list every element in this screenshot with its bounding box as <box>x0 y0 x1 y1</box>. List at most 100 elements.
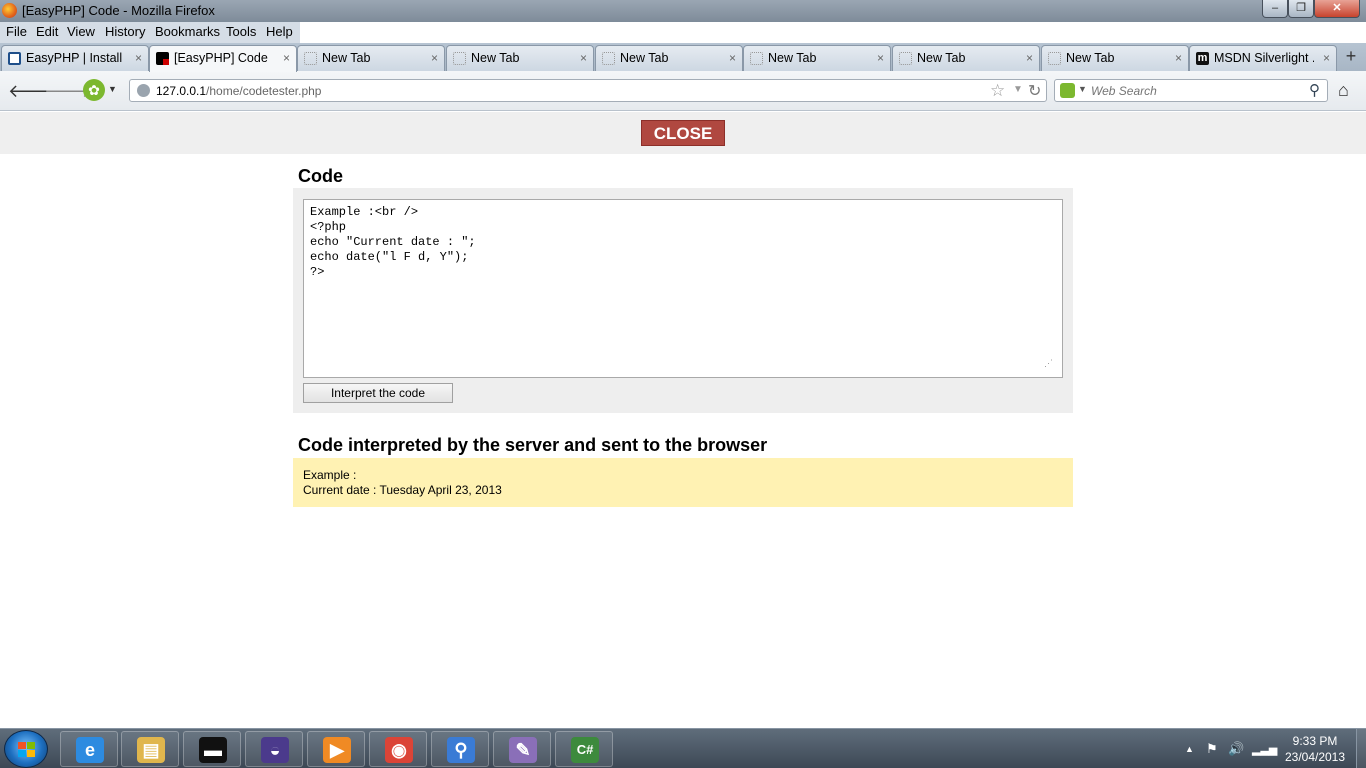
tab-new-tab[interactable]: New Tab × <box>892 45 1040 71</box>
tab-close-icon[interactable]: × <box>729 51 736 65</box>
blank-page-icon <box>899 52 912 65</box>
maximize-button[interactable]: ❐ <box>1288 0 1314 18</box>
tab-new-tab[interactable]: New Tab × <box>297 45 445 71</box>
tab-new-tab[interactable]: New Tab × <box>1041 45 1189 71</box>
output-panel: Example : Current date : Tuesday April 2… <box>293 458 1073 507</box>
code-textarea[interactable] <box>303 199 1063 378</box>
menu-help[interactable]: Help <box>266 24 293 39</box>
tab-close-icon[interactable]: × <box>431 51 438 65</box>
bookmark-star-icon[interactable]: ☆ <box>990 81 1005 101</box>
msdn-icon: m <box>1196 52 1209 65</box>
menu-bookmarks[interactable]: Bookmarks <box>155 24 220 39</box>
windows-logo-icon <box>18 742 36 758</box>
tab-label: New Tab <box>322 51 371 65</box>
tab-close-icon[interactable]: × <box>283 51 290 65</box>
menu-tools[interactable]: Tools <box>226 24 256 39</box>
csharp-icon: C# <box>571 737 599 763</box>
addon-flower-icon[interactable]: ✿ <box>83 79 105 101</box>
terminal-icon: ▬ <box>199 737 227 763</box>
clock-time[interactable]: 9:33 PM <box>1280 734 1350 748</box>
tab-label: New Tab <box>917 51 966 65</box>
tab-close-icon[interactable]: × <box>1175 51 1182 65</box>
blank-page-icon <box>453 52 466 65</box>
search-icon[interactable]: ⚲ <box>1309 81 1320 99</box>
tab-close-icon[interactable]: × <box>1323 51 1330 65</box>
internet-explorer-icon: e <box>76 737 104 763</box>
address-bar[interactable]: 127.0.0.1/home/codetester.php ☆ ▼ ↻ <box>129 79 1047 102</box>
tab-close-icon[interactable]: × <box>877 51 884 65</box>
menu-edit[interactable]: Edit <box>36 24 58 39</box>
taskbar-app-button[interactable]: ▬ <box>183 731 241 767</box>
search-engine-dropdown-icon[interactable]: ▼ <box>1078 84 1087 94</box>
menu-history[interactable]: History <box>105 24 145 39</box>
home-icon[interactable]: ⌂ <box>1338 80 1349 101</box>
window-title: [EasyPHP] Code - Mozilla Firefox <box>22 3 215 18</box>
minimize-button[interactable]: ‒ <box>1262 0 1288 18</box>
globe-icon <box>137 84 150 97</box>
eclipse-icon: ◒ <box>261 737 289 763</box>
output-line: Current date : Tuesday April 23, 2013 <box>303 483 502 497</box>
taskbar-app-button[interactable]: ▶ <box>307 731 365 767</box>
tab-label: New Tab <box>768 51 817 65</box>
taskbar-app-button[interactable]: ⚲ <box>431 731 489 767</box>
close-window-button[interactable]: ✕ <box>1314 0 1360 18</box>
resize-grip-icon[interactable]: ⋰ <box>1044 358 1056 370</box>
code-favicon-icon <box>156 52 169 65</box>
tab-close-icon[interactable]: × <box>580 51 587 65</box>
media-player-icon: ▶ <box>323 737 351 763</box>
taskbar-app-button[interactable]: e <box>60 731 118 767</box>
taskbar-app-button[interactable]: ◉ <box>369 731 427 767</box>
start-button[interactable] <box>4 730 48 768</box>
tab-label: MSDN Silverlight ... <box>1214 51 1314 65</box>
close-bar: CLOSE <box>0 112 1366 154</box>
output-heading: Code interpreted by the server and sent … <box>298 435 768 455</box>
tab-label: New Tab <box>620 51 669 65</box>
history-dropdown-icon[interactable]: ▼ <box>1013 84 1023 95</box>
taskbar-app-button[interactable]: ▤ <box>121 731 179 767</box>
navigation-toolbar: 🡐 🡒 ✿ ▼ 127.0.0.1/home/codetester.php ☆ … <box>0 71 1366 111</box>
clock-date[interactable]: 23/04/2013 <box>1280 750 1350 764</box>
taskbar-app-button[interactable]: ✎ <box>493 731 551 767</box>
taskbar-app-button[interactable]: ◒ <box>245 731 303 767</box>
firefox-logo-icon <box>2 3 17 18</box>
url-path: /home/codetester.php <box>206 84 322 98</box>
title-bar[interactable]: [EasyPHP] Code - Mozilla Firefox ‒ ❐ ✕ <box>0 0 1366 22</box>
new-tab-button[interactable]: + <box>1338 46 1364 68</box>
url-text[interactable]: 127.0.0.1/home/codetester.php <box>156 84 321 98</box>
network-signal-icon[interactable]: ▂▃▅ <box>1252 743 1277 756</box>
chrome-icon: ◉ <box>385 737 413 763</box>
tab-easyphp-install[interactable]: EasyPHP | Install a... × <box>1 45 149 71</box>
addon-dropdown-icon[interactable]: ▼ <box>108 84 117 94</box>
reload-icon[interactable]: ↻ <box>1028 81 1041 101</box>
tab-new-tab[interactable]: New Tab × <box>743 45 891 71</box>
tab-label: EasyPHP | Install a... <box>26 51 126 65</box>
output-line: Example : <box>303 468 357 482</box>
search-input[interactable] <box>1091 83 1291 99</box>
paint-icon: ✎ <box>509 737 537 763</box>
taskbar-app-button[interactable]: C# <box>555 731 613 767</box>
tab-new-tab[interactable]: New Tab × <box>595 45 743 71</box>
browser-window: [EasyPHP] Code - Mozilla Firefox ‒ ❐ ✕ F… <box>0 0 1366 728</box>
close-button[interactable]: CLOSE <box>641 120 725 146</box>
search-engine-icon[interactable] <box>1060 83 1075 98</box>
menu-view[interactable]: View <box>67 24 95 39</box>
show-hidden-icons-icon[interactable]: ▲ <box>1185 744 1194 754</box>
menu-file[interactable]: File <box>6 24 27 39</box>
tab-label: [EasyPHP] Code <box>174 51 268 65</box>
show-desktop-button[interactable] <box>1356 729 1366 768</box>
blank-page-icon <box>602 52 615 65</box>
tab-label: New Tab <box>1066 51 1115 65</box>
tab-close-icon[interactable]: × <box>135 51 142 65</box>
tab-easyphp-code[interactable]: [EasyPHP] Code × <box>149 45 297 72</box>
tab-msdn-silverlight[interactable]: m MSDN Silverlight ... × <box>1189 45 1337 71</box>
url-host: 127.0.0.1 <box>156 84 207 98</box>
easyphp-icon <box>8 52 21 65</box>
action-center-flag-icon[interactable]: ⚑ <box>1206 741 1218 757</box>
tab-new-tab[interactable]: New Tab × <box>446 45 594 71</box>
volume-icon[interactable]: 🔊 <box>1228 741 1244 757</box>
code-panel: ⋰ Interpret the code <box>293 188 1073 413</box>
tab-close-icon[interactable]: × <box>1026 51 1033 65</box>
code-heading: Code <box>298 166 343 186</box>
interpret-code-button[interactable]: Interpret the code <box>303 383 453 403</box>
menu-bar: File Edit View History Bookmarks Tools H… <box>0 22 300 43</box>
